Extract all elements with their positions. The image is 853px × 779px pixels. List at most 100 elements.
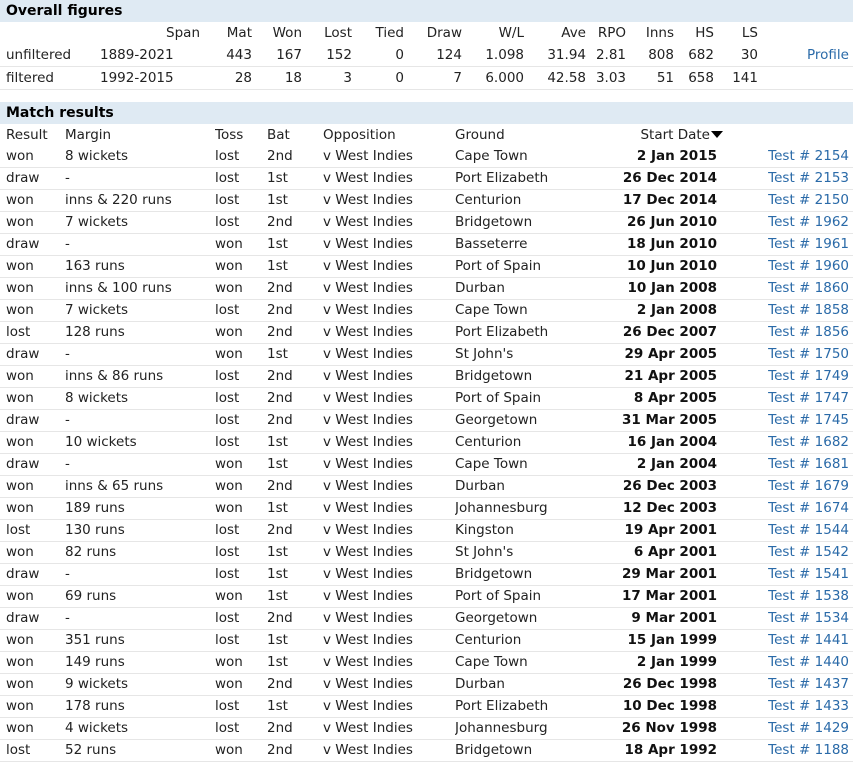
test-link[interactable]: Test # 1674 — [723, 498, 853, 520]
cell-toss: lost — [215, 544, 240, 560]
test-link[interactable]: Test # 1856 — [723, 322, 853, 344]
cell-ave: 31.94 — [547, 47, 586, 63]
cell-ground: Port of Spain — [455, 390, 542, 406]
cell-start-date: 2 Jan 2004 — [636, 456, 717, 472]
cell-ground: Port of Spain — [455, 258, 542, 274]
table-row: won inns & 86 runs lost 2nd v West Indies Bri… — [0, 366, 853, 388]
cell-margin: - — [65, 236, 70, 252]
cell-margin: 130 runs — [65, 522, 125, 538]
cell-start-date: 6 Apr 2001 — [633, 544, 717, 560]
cell-ground: Durban — [455, 676, 505, 692]
test-link[interactable]: Test # 1433 — [723, 696, 853, 718]
cell-margin: 163 runs — [65, 258, 125, 274]
test-link[interactable]: Test # 2154 — [723, 146, 853, 168]
cell-result: won — [6, 148, 34, 164]
cell-opposition: v West Indies — [323, 412, 413, 428]
cell-result: draw — [6, 236, 40, 252]
test-link[interactable]: Test # 2150 — [723, 190, 853, 212]
test-link[interactable]: Test # 2153 — [723, 168, 853, 190]
overall-figures-table: Span Mat Won Lost Tied Draw W/L Ave RPO … — [0, 22, 853, 90]
cell-bat: 2nd — [267, 280, 293, 296]
profile-link — [758, 67, 853, 90]
cell-wl: 1.098 — [485, 47, 524, 63]
col-result[interactable]: Result — [0, 124, 65, 146]
test-link[interactable]: Test # 1961 — [723, 234, 853, 256]
cell-opposition: v West Indies — [323, 280, 413, 296]
cell-won: 18 — [284, 70, 302, 86]
col-opposition[interactable]: Opposition — [323, 124, 455, 146]
cell-margin: - — [65, 346, 70, 362]
cell-result: won — [6, 214, 34, 230]
cell-start-date: 21 Apr 2005 — [624, 368, 717, 384]
test-link[interactable]: Test # 1429 — [723, 718, 853, 740]
cell-bat: 2nd — [267, 368, 293, 384]
cell-bat: 1st — [267, 500, 288, 516]
cell-bat: 2nd — [267, 302, 293, 318]
test-link[interactable]: Test # 1750 — [723, 344, 853, 366]
test-link[interactable]: Test # 1534 — [723, 608, 853, 630]
cell-opposition: v West Indies — [323, 544, 413, 560]
test-link[interactable]: Test # 1538 — [723, 586, 853, 608]
cell-toss: lost — [215, 368, 240, 384]
test-link[interactable]: Test # 1681 — [723, 454, 853, 476]
cell-toss: lost — [215, 170, 240, 186]
cell-toss: won — [215, 742, 243, 758]
cell-draw: 7 — [453, 70, 462, 86]
cell-result: won — [6, 302, 34, 318]
table-row: draw - lost 2nd v West Indies Georgetown 31 Ma… — [0, 410, 853, 432]
cell-margin: 351 runs — [65, 632, 125, 648]
col-bat[interactable]: Bat — [267, 124, 323, 146]
cell-opposition: v West Indies — [323, 676, 413, 692]
cell-toss: won — [215, 478, 243, 494]
test-link[interactable]: Test # 1960 — [723, 256, 853, 278]
cell-bat: 2nd — [267, 720, 293, 736]
cell-opposition: v West Indies — [323, 368, 413, 384]
cell-opposition: v West Indies — [323, 192, 413, 208]
cell-bat: 2nd — [267, 412, 293, 428]
test-link[interactable]: Test # 1860 — [723, 278, 853, 300]
cell-ground: Bridgetown — [455, 742, 533, 758]
cell-lost: 152 — [326, 47, 352, 63]
cell-ground: Centurion — [455, 632, 522, 648]
col-start-date[interactable]: Start Date — [605, 124, 723, 146]
cell-margin: 149 runs — [65, 654, 125, 670]
test-link[interactable]: Test # 1749 — [723, 366, 853, 388]
cell-ground: Bridgetown — [455, 566, 533, 582]
cell-bat: 2nd — [267, 324, 293, 340]
col-margin[interactable]: Margin — [65, 124, 215, 146]
test-link[interactable]: Test # 1679 — [723, 476, 853, 498]
cell-result: lost — [6, 742, 31, 758]
test-link[interactable]: Test # 1542 — [723, 542, 853, 564]
col-ground[interactable]: Ground — [455, 124, 605, 146]
cell-margin: inns & 220 runs — [65, 192, 172, 208]
test-link[interactable]: Test # 1962 — [723, 212, 853, 234]
test-link[interactable]: Test # 1747 — [723, 388, 853, 410]
match-results-title: Match results — [0, 102, 853, 124]
cell-opposition: v West Indies — [323, 258, 413, 274]
cell-start-date: 17 Mar 2001 — [622, 588, 717, 604]
col-wl: W/L — [498, 25, 524, 41]
profile-link[interactable]: Profile — [758, 44, 853, 67]
cell-ground: Centurion — [455, 192, 522, 208]
cell-ground: Basseterre — [455, 236, 528, 252]
test-link[interactable]: Test # 1437 — [723, 674, 853, 696]
test-link[interactable]: Test # 1682 — [723, 432, 853, 454]
cell-toss: lost — [215, 390, 240, 406]
col-toss[interactable]: Toss — [215, 124, 267, 146]
cell-toss: won — [215, 280, 243, 296]
test-link[interactable]: Test # 1441 — [723, 630, 853, 652]
cell-result: won — [6, 588, 34, 604]
cell-result: won — [6, 368, 34, 384]
cell-bat: 1st — [267, 566, 288, 582]
test-link[interactable]: Test # 1188 — [723, 740, 853, 762]
test-link[interactable]: Test # 1858 — [723, 300, 853, 322]
cell-ground: Durban — [455, 280, 505, 296]
cell-margin: - — [65, 412, 70, 428]
test-link[interactable]: Test # 1544 — [723, 520, 853, 542]
cell-bat: 1st — [267, 654, 288, 670]
cell-ground: Cape Town — [455, 654, 528, 670]
test-link[interactable]: Test # 1440 — [723, 652, 853, 674]
test-link[interactable]: Test # 1745 — [723, 410, 853, 432]
test-link[interactable]: Test # 1541 — [723, 564, 853, 586]
cell-margin: 8 wickets — [65, 390, 129, 406]
